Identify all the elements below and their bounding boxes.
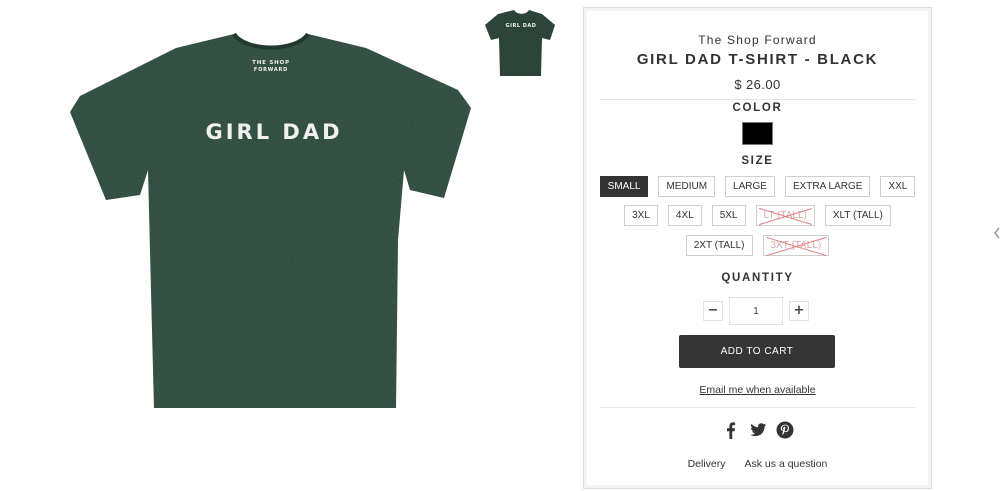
size-option-xlt-tall[interactable]: XLT (TALL)	[824, 205, 891, 226]
size-option-3xl[interactable]: 3XL	[624, 205, 658, 226]
product-thumbnail[interactable]: GIRL DAD	[484, 8, 556, 78]
collar-print-line2: FORWARD	[254, 67, 288, 73]
product-footer-links: Delivery Ask us a question	[584, 458, 931, 470]
size-option-medium[interactable]: MEDIUM	[658, 176, 716, 197]
quantity-stepper: − +	[703, 297, 809, 325]
collar-print-line1: THE SHOP	[252, 60, 290, 66]
size-row-1: SMALL MEDIUM LARGE EXTRA LARGE XXL	[584, 176, 931, 197]
thumbnail-shirt-print: GIRL DAD	[506, 23, 537, 29]
shirt-body	[70, 34, 471, 408]
quantity-input[interactable]	[729, 297, 783, 325]
product-main-image[interactable]: THE SHOP FORWARD GIRL DAD	[66, 30, 476, 414]
size-option-extra-large[interactable]: EXTRA LARGE	[784, 176, 871, 197]
facebook-icon[interactable]	[722, 421, 740, 439]
product-title: GIRL DAD T-SHIRT - BLACK	[636, 51, 879, 68]
quantity-label: QUANTITY	[721, 272, 794, 284]
size-row-2: 3XL 4XL 5XL LT (TALL) XLT (TALL)	[584, 205, 931, 226]
size-option-large[interactable]: LARGE	[725, 176, 775, 197]
color-swatch-black[interactable]	[742, 122, 773, 145]
size-option-lt-tall-sold-out[interactable]: LT (TALL)	[755, 205, 815, 226]
product-vendor[interactable]: The Shop Forward	[584, 33, 931, 47]
size-option-small[interactable]: SMALL	[599, 176, 649, 197]
size-option-5xl[interactable]: 5XL	[711, 205, 746, 226]
size-option-3xt-tall-sold-out[interactable]: 3XT (TALL)	[762, 235, 830, 256]
share-buttons	[584, 421, 931, 439]
add-to-cart-button[interactable]: ADD TO CART	[679, 335, 835, 368]
ask-question-link[interactable]: Ask us a question	[745, 458, 828, 470]
delivery-link[interactable]: Delivery	[688, 458, 726, 470]
color-label: COLOR	[732, 102, 783, 114]
quantity-increase-button[interactable]: +	[789, 301, 809, 321]
chevron-left-icon[interactable]	[994, 226, 1000, 239]
divider	[600, 407, 915, 408]
quantity-decrease-button[interactable]: −	[703, 301, 723, 321]
shirt-print: GIRL DAD	[205, 120, 342, 144]
size-option-2xt-tall[interactable]: 2XT (TALL)	[685, 235, 753, 256]
size-option-xxl[interactable]: XXL	[880, 176, 916, 197]
twitter-icon[interactable]	[749, 421, 767, 439]
email-when-available-link[interactable]: Email me when available	[584, 384, 931, 396]
divider	[600, 99, 915, 100]
pinterest-icon[interactable]	[776, 421, 794, 439]
size-label: SIZE	[741, 155, 774, 167]
size-row-3: 2XT (TALL) 3XT (TALL)	[584, 235, 931, 256]
product-info-panel: The Shop Forward GIRL DAD T-SHIRT - BLAC…	[583, 7, 932, 489]
product-price: $ 26.00	[734, 77, 781, 92]
size-option-4xl[interactable]: 4XL	[667, 205, 702, 226]
